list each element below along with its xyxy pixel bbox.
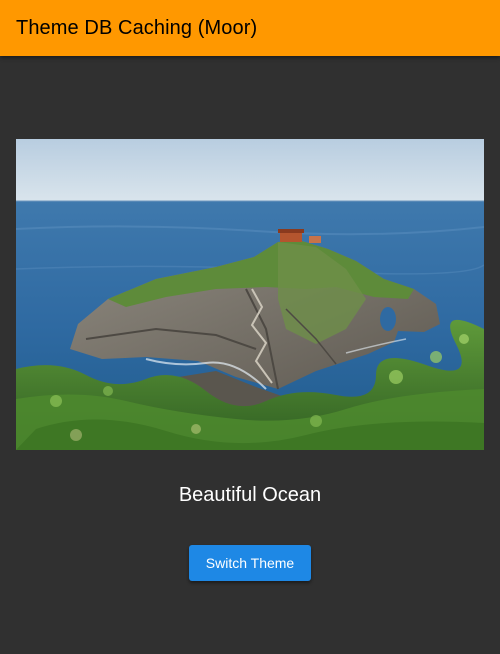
ocean-island-photo <box>16 139 484 450</box>
app-bar: Theme DB Caching (Moor) <box>0 0 500 56</box>
main-body: Beautiful Ocean Switch Theme <box>0 56 500 654</box>
app-title: Theme DB Caching (Moor) <box>16 16 258 39</box>
image-caption: Beautiful Ocean <box>178 484 322 506</box>
switch-theme-button[interactable]: Switch Theme <box>189 545 311 581</box>
